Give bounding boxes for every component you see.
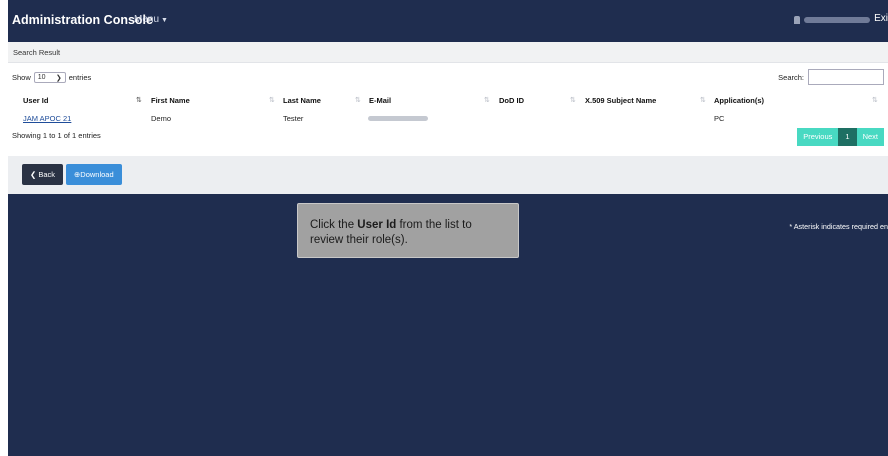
page-length-value: 10	[37, 74, 46, 81]
back-label: Back	[38, 170, 56, 179]
back-button[interactable]: ❮ Back	[22, 164, 64, 185]
action-bar: ❮ Back ⊕Download	[8, 156, 888, 194]
app-window: Administration Console Menu ▼ Exi Search …	[8, 0, 888, 456]
tooltip-text-pre: Click the	[310, 219, 358, 231]
user-name-redacted	[804, 17, 870, 23]
download-button[interactable]: ⊕Download	[66, 164, 122, 185]
menu-dropdown[interactable]: Menu ▼	[134, 14, 168, 25]
user-account[interactable]	[794, 15, 870, 25]
tooltip-text-bold: User Id	[357, 219, 397, 231]
sort-icon[interactable]: ⇅	[269, 96, 275, 104]
chevron-down-icon: ▼	[161, 17, 168, 24]
page-length-control: Show 10 ❯ entries	[12, 72, 91, 83]
next-page-button[interactable]: Next	[856, 128, 884, 146]
download-label: Download	[80, 170, 114, 179]
entries-label: entries	[68, 73, 92, 82]
sort-icon[interactable]: ⇅	[355, 96, 361, 104]
search-input[interactable]	[808, 69, 884, 85]
page-1-button[interactable]: 1	[838, 128, 857, 146]
search-label: Search:	[778, 72, 804, 82]
column-header-user-id[interactable]: User Id	[23, 96, 48, 105]
app-title[interactable]: Administration Console	[12, 13, 153, 27]
instruction-tooltip: Click the User Id from the list to revie…	[297, 203, 519, 258]
cell-email-redacted	[368, 116, 428, 121]
user-icon	[794, 16, 800, 24]
column-header-email[interactable]: E-Mail	[369, 96, 391, 105]
column-header-dod-id[interactable]: DoD ID	[499, 96, 524, 105]
search-result-panel: Search Result Show 10 ❯ entries Search: …	[8, 42, 888, 156]
column-header-last-name[interactable]: Last Name	[283, 96, 321, 105]
pagination: Previous 1 Next	[797, 128, 884, 146]
show-label: Show	[12, 73, 31, 82]
cell-first-name: Demo	[151, 114, 172, 123]
menu-label: Menu	[134, 14, 160, 25]
cell-last-name: Tester	[283, 114, 304, 123]
exit-link[interactable]: Exi	[874, 13, 888, 24]
user-id-link[interactable]: JAM APOC 21	[23, 114, 71, 123]
panel-title: Search Result	[13, 48, 61, 57]
required-fields-note: * Asterisk indicates required en	[789, 222, 888, 231]
column-header-x509[interactable]: X.509 Subject Name	[585, 96, 656, 105]
column-header-first-name[interactable]: First Name	[151, 96, 190, 105]
previous-page-button[interactable]: Previous	[797, 128, 839, 146]
top-navbar: Administration Console Menu ▼ Exi	[8, 0, 888, 42]
cell-applications: PC	[714, 114, 725, 123]
page-length-select[interactable]: 10 ❯	[33, 72, 66, 83]
sort-icon[interactable]: ⇅	[484, 96, 490, 104]
sort-asc-icon[interactable]: ⇅	[136, 96, 142, 104]
table-search: Search:	[778, 69, 884, 85]
column-header-applications[interactable]: Application(s)	[714, 96, 764, 105]
sort-icon[interactable]: ⇅	[570, 96, 576, 104]
sort-icon[interactable]: ⇅	[872, 96, 878, 104]
sort-icon[interactable]: ⇅	[700, 96, 706, 104]
table-info: Showing 1 to 1 of 1 entries	[12, 131, 101, 140]
panel-heading: Search Result	[8, 42, 888, 63]
chevron-down-icon: ❯	[55, 74, 62, 82]
